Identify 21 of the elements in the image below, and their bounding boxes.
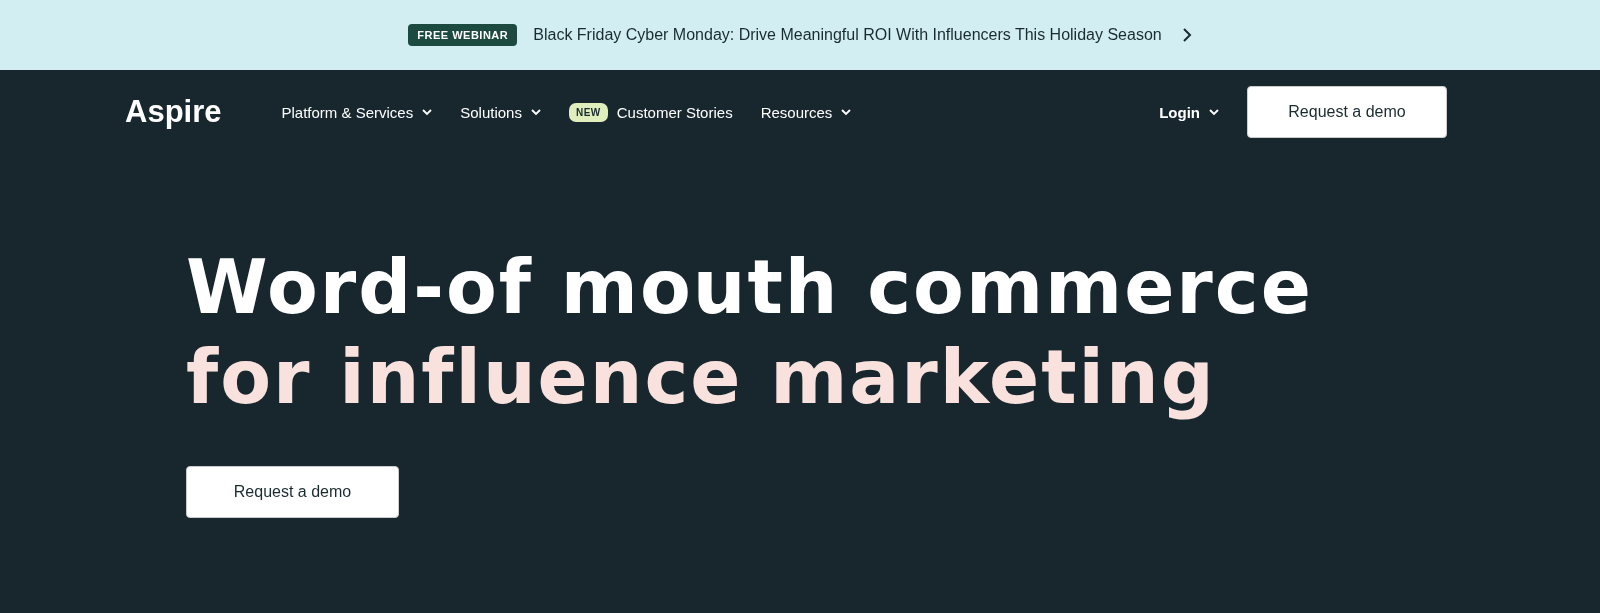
hero-headline: for influence marketing: [186, 333, 1217, 422]
request-demo-button[interactable]: Request a demo: [1247, 86, 1447, 138]
nav-menu-item[interactable]: Resources: [760, 103, 852, 121]
nav-menu-item[interactable]: NEW Customer Stories: [568, 102, 733, 122]
chevron-right-icon[interactable]: [1181, 28, 1192, 42]
nav-label: Customer Stories: [616, 103, 733, 121]
request-demo-button[interactable]: Request a demo: [186, 466, 399, 518]
login-menu[interactable]: Login: [1159, 103, 1219, 121]
nav-label: Resources: [760, 103, 833, 121]
announcement-link[interactable]: Black Friday Cyber Monday: Drive Meaningful ROI With Influencers This Holiday Season: [533, 26, 1162, 44]
webinar-badge: FREE WEBINAR: [408, 24, 518, 46]
hero-headline: Word-of mouth commerce: [186, 243, 1314, 332]
new-badge: NEW: [568, 102, 608, 122]
chevron-down-icon: [1209, 108, 1219, 116]
nav-menu-item[interactable]: Solutions: [460, 103, 541, 121]
aspire-logo[interactable]: Aspire: [125, 94, 222, 130]
chevron-down-icon: [530, 108, 541, 116]
nav-label: Solutions: [460, 103, 522, 121]
login-label: Login: [1159, 103, 1200, 121]
chevron-down-icon: [422, 108, 433, 116]
chevron-down-icon: [841, 108, 852, 116]
